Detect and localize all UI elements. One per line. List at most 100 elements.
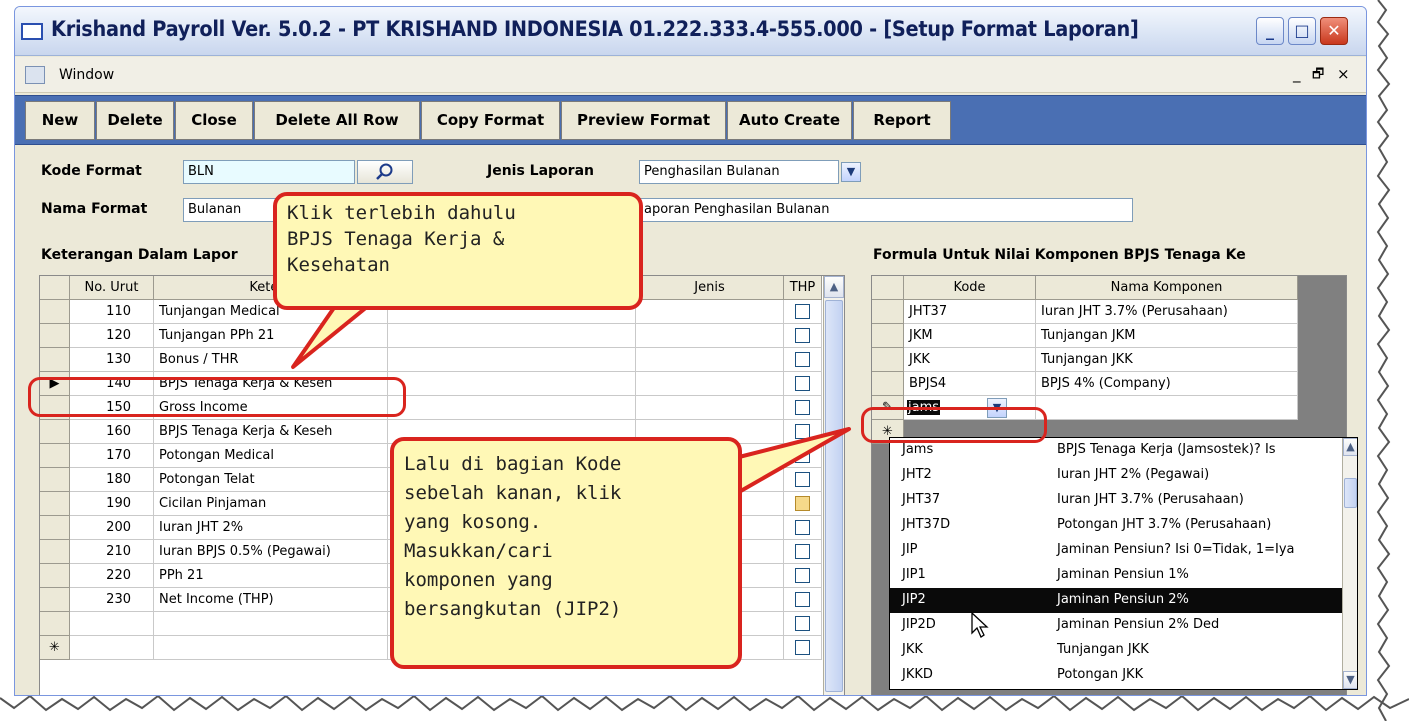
no-urut-cell[interactable]	[70, 636, 154, 660]
thp-checkbox[interactable]	[795, 640, 810, 655]
dropdown-option[interactable]: JIP2 Jaminan Pensiun 2%	[890, 588, 1342, 613]
dropdown-option[interactable]: JHT37D Potongan JHT 3.7% (Perusahaan)	[890, 513, 1342, 538]
no-urut-cell[interactable]: 230	[70, 588, 154, 612]
judul-laporan-input[interactable]: aporan Penghasilan Bulanan	[639, 198, 1133, 222]
col-header-no-urut[interactable]: No. Urut	[70, 276, 154, 300]
new-button[interactable]: New	[25, 101, 95, 140]
col-header-nama-komponen[interactable]: Nama Komponen	[1036, 276, 1298, 300]
keterangan-cell[interactable]	[154, 612, 388, 636]
row-selector[interactable]	[872, 324, 904, 348]
close-window-button[interactable]: ✕	[1320, 17, 1348, 45]
copy-format-button[interactable]: Copy Format	[421, 101, 560, 140]
nama-komponen-cell[interactable]: Tunjangan JKK	[1036, 348, 1298, 372]
dropdown-option[interactable]: JKK Tunjangan JKK	[890, 638, 1342, 663]
no-urut-cell[interactable]: 160	[70, 420, 154, 444]
row-selector[interactable]	[40, 516, 70, 540]
thp-checkbox[interactable]	[795, 352, 810, 367]
kode-dropdown-list[interactable]: Jams BPJS Tenaga Kerja (Jamsostek)? Is JHT…	[889, 437, 1358, 690]
thp-checkbox[interactable]	[795, 328, 810, 343]
no-urut-cell[interactable]: 190	[70, 492, 154, 516]
thp-checkbox[interactable]	[795, 616, 810, 631]
report-button[interactable]: Report	[853, 101, 951, 140]
row-selector[interactable]	[40, 348, 70, 372]
row-selector[interactable]	[40, 492, 70, 516]
thp-checkbox[interactable]	[795, 304, 810, 319]
scroll-up-arrow-icon[interactable]: ▲	[824, 276, 844, 298]
no-urut-cell[interactable]: 130	[70, 348, 154, 372]
thp-checkbox[interactable]	[795, 520, 810, 535]
auto-create-button[interactable]: Auto Create	[727, 101, 852, 140]
blank-cell[interactable]	[388, 396, 636, 420]
keterangan-cell[interactable]: Cicilan Pinjaman	[154, 492, 388, 516]
row-selector[interactable]	[40, 444, 70, 468]
table-row[interactable]: JKK Tunjangan JKK	[872, 348, 1298, 372]
row-selector[interactable]	[872, 372, 904, 396]
keterangan-cell[interactable]	[154, 636, 388, 660]
preview-format-button[interactable]: Preview Format	[561, 101, 726, 140]
keterangan-cell[interactable]: Potongan Medical	[154, 444, 388, 468]
close-button[interactable]: Close	[175, 101, 253, 140]
dropdown-option[interactable]: JHT37 Iuran JHT 3.7% (Perusahaan)	[890, 488, 1342, 513]
keterangan-cell[interactable]: Iuran BPJS 0.5% (Pegawai)	[154, 540, 388, 564]
table-row[interactable]: BPJS4 BPJS 4% (Company)	[872, 372, 1298, 396]
dropdown-option[interactable]: JKKD Potongan JKK	[890, 663, 1342, 688]
row-selector[interactable]	[40, 300, 70, 324]
row-selector[interactable]	[40, 564, 70, 588]
minimize-button[interactable]: _	[1256, 17, 1284, 45]
keterangan-cell[interactable]: BPJS Tenaga Kerja & Keseh	[154, 420, 388, 444]
delete-button[interactable]: Delete	[96, 101, 174, 140]
row-selector[interactable]	[40, 612, 70, 636]
scroll-thumb[interactable]	[1344, 478, 1357, 508]
row-selector[interactable]	[872, 348, 904, 372]
table-row[interactable]: 120 Tunjangan PPh 21	[40, 324, 823, 348]
row-selector[interactable]	[40, 468, 70, 492]
row-selector[interactable]	[40, 540, 70, 564]
kode-format-search-button[interactable]	[357, 160, 413, 184]
jenis-laporan-dropdown-arrow[interactable]: ▼	[841, 162, 861, 182]
thp-checkbox[interactable]	[795, 400, 810, 415]
thp-checkbox[interactable]	[795, 544, 810, 559]
row-selector[interactable]	[40, 420, 70, 444]
jenis-laporan-select[interactable]: Penghasilan Bulanan	[639, 160, 839, 184]
dropdown-option[interactable]: JIP Jaminan Pensiun? Isi 0=Tidak, 1=Iya	[890, 538, 1342, 563]
dropdown-scrollbar[interactable]: ▲ ▼	[1342, 438, 1357, 689]
thp-checkbox[interactable]	[795, 592, 810, 607]
nama-komponen-cell[interactable]: BPJS 4% (Company)	[1036, 372, 1298, 396]
thp-checkbox[interactable]	[795, 568, 810, 583]
nama-komponen-cell[interactable]: Iuran JHT 3.7% (Perusahaan)	[1036, 300, 1298, 324]
scroll-down-arrow-icon[interactable]: ▼	[1343, 671, 1357, 689]
blank-cell[interactable]	[388, 324, 636, 348]
blank-cell[interactable]	[388, 372, 636, 396]
jenis-cell[interactable]	[636, 324, 784, 348]
keterangan-cell[interactable]: Net Income (THP)	[154, 588, 388, 612]
no-urut-cell[interactable]: 220	[70, 564, 154, 588]
no-urut-cell[interactable]: 200	[70, 516, 154, 540]
kode-cell[interactable]: JKM	[904, 324, 1036, 348]
col-header-kode[interactable]: Kode	[904, 276, 1036, 300]
kode-cell[interactable]: JKK	[904, 348, 1036, 372]
mdi-child-icon[interactable]	[25, 66, 45, 84]
scroll-up-arrow-icon[interactable]: ▲	[1343, 438, 1357, 456]
row-selector[interactable]	[40, 588, 70, 612]
kode-cell[interactable]: JHT37	[904, 300, 1036, 324]
dropdown-option[interactable]: JIP2D Jaminan Pensiun 2% Ded	[890, 613, 1342, 638]
jenis-cell[interactable]	[636, 372, 784, 396]
keterangan-cell[interactable]: Potongan Telat	[154, 468, 388, 492]
kode-format-input[interactable]: BLN	[183, 160, 355, 184]
row-selector[interactable]	[872, 300, 904, 324]
keterangan-cell[interactable]: Iuran JHT 2%	[154, 516, 388, 540]
mdi-minimize-button[interactable]: _	[1293, 65, 1301, 83]
dropdown-option[interactable]: JIP1 Jaminan Pensiun 1%	[890, 563, 1342, 588]
mdi-close-button[interactable]: ×	[1337, 65, 1350, 83]
no-urut-cell[interactable]: 120	[70, 324, 154, 348]
no-urut-cell[interactable]: 170	[70, 444, 154, 468]
no-urut-cell[interactable]: 180	[70, 468, 154, 492]
maximize-button[interactable]: □	[1288, 17, 1316, 45]
table-row[interactable]: 130 Bonus / THR	[40, 348, 823, 372]
col-header-jenis[interactable]: Jenis	[636, 276, 784, 300]
table-row[interactable]: JKM Tunjangan JKM	[872, 324, 1298, 348]
jenis-cell[interactable]	[636, 348, 784, 372]
thp-checkbox[interactable]	[795, 376, 810, 391]
jenis-cell[interactable]	[636, 300, 784, 324]
mdi-restore-button[interactable]: 🗗	[1312, 65, 1324, 87]
